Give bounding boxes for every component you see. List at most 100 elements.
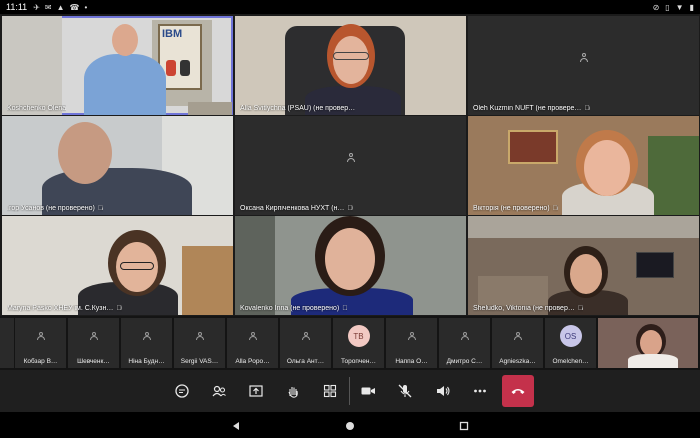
phone-icon: ☎ (69, 2, 80, 12)
back-icon[interactable] (230, 420, 242, 432)
participant-name: Koshchenko Olena (7, 105, 67, 112)
participant-tile[interactable]: Ігор Усанов (не проверено) 🎙̸ (2, 116, 233, 215)
raise-hand-icon (288, 387, 298, 398)
hang-up-button[interactable] (502, 375, 534, 407)
avatar-placeholder-icon (89, 332, 98, 340)
participant-tile[interactable]: Alla Svitlychna (PSAU) (не провер… (235, 16, 466, 115)
roster-item[interactable]: Ольга Ант… (280, 318, 331, 368)
chat-icon (175, 384, 189, 398)
avatar-initials: OS (559, 325, 582, 347)
mic-off-icon: 🎙̸ (342, 305, 348, 312)
participant-tile[interactable]: Oleh Kuzmin NUFT (не провере… 🎙̸ (468, 16, 699, 115)
participant-tile[interactable]: Вікторія (не проверено) 🎙̸ (468, 116, 699, 215)
mic-off-icon: 🎙̸ (116, 305, 122, 312)
layout-button[interactable] (318, 379, 342, 403)
roster-name: Шевченк… (77, 358, 110, 365)
participant-video (235, 216, 466, 315)
avatar-placeholder-icon (36, 332, 45, 340)
participant-video (2, 116, 233, 215)
wifi-icon: ▼ (675, 2, 684, 12)
roster-item[interactable]: Ніна Будн… (121, 318, 172, 368)
share-button[interactable] (244, 379, 268, 403)
roster-name: Agnieszka… (499, 358, 536, 365)
mic-off-icon: 🎙̸ (552, 205, 558, 212)
roster-item[interactable]: Sergii VAS… (174, 318, 225, 368)
home-icon[interactable] (344, 420, 356, 432)
dot-icon: • (84, 2, 88, 12)
camera-icon (361, 387, 375, 395)
avatar-placeholder-icon (346, 152, 356, 163)
roster-name: Наппа О… (395, 358, 428, 365)
system-nav-bar (0, 412, 700, 438)
call-controls (0, 370, 700, 412)
participant-name: Оксана Кирпіченкова НУХТ (н… 🎙̸ (240, 205, 353, 212)
mic-off-icon: 🎙̸ (97, 205, 104, 212)
speaker-icon (437, 386, 450, 396)
participants-button[interactable] (207, 379, 231, 403)
participant-name: Kovalenko Inna (не проверено) 🎙̸ (240, 305, 348, 312)
roster-item[interactable]: Дмитро С… (439, 318, 490, 368)
participant-video (235, 16, 466, 115)
participant-video (468, 216, 699, 315)
participant-video (468, 116, 699, 215)
do-not-disturb-icon: ⊘ (652, 2, 660, 12)
status-time: 11:11 (6, 2, 28, 12)
status-bar: 11:11 ✈ ✉ ▲ ☎ • ⊘ ▯ ▼ ▮ (0, 0, 700, 14)
video-grid: IBM Koshchenko Olena Alla Svitlychna (PS… (0, 14, 700, 316)
mic-off-icon (398, 384, 412, 398)
camera-button[interactable] (356, 379, 380, 403)
mic-button[interactable] (393, 379, 417, 403)
roster-item[interactable]: TB Торопчен… (333, 318, 384, 368)
participant-name: Maryna Pasko ХНЕУ ім. С.Кузн… 🎙̸ (7, 305, 122, 312)
roster-item[interactable]: Alla Poро… (227, 318, 278, 368)
roster-name: Ніна Будн… (128, 358, 165, 365)
avatar-placeholder-icon (142, 332, 151, 340)
participant-tile[interactable]: Оксана Кирпіченкова НУХТ (н… 🎙̸ (235, 116, 466, 215)
roster-name: Alla Poро… (235, 358, 270, 365)
participant-roster: Кобзар В… Шевченк… Ніна Будн… Sergii VAS… (0, 316, 700, 370)
participant-video: IBM (2, 16, 233, 115)
controls-divider (349, 377, 350, 405)
roster-name: Sergii VAS… (180, 358, 219, 365)
mic-off-icon: 🎙̸ (347, 205, 353, 212)
participant-name: Sheludko, Viktoriia (не провер… 🎙̸ (473, 305, 584, 312)
avatar-placeholder-icon (301, 332, 310, 340)
participant-video (2, 216, 233, 315)
speaker-button[interactable] (431, 379, 455, 403)
roster-item[interactable] (0, 318, 14, 368)
warning-icon: ▲ (56, 2, 65, 12)
mic-off-icon: 🎙̸ (584, 105, 590, 112)
avatar-initials: TB (347, 325, 370, 347)
chat-button[interactable] (170, 379, 194, 403)
self-view-video[interactable] (598, 318, 698, 368)
roster-item[interactable]: OS Omelchen… (545, 318, 596, 368)
participant-tile[interactable]: Kovalenko Inna (не проверено) 🎙̸ (235, 216, 466, 315)
roster-item[interactable]: Кобзар В… (15, 318, 66, 368)
people-icon (212, 385, 226, 397)
recents-icon[interactable] (458, 420, 470, 432)
reactions-button[interactable] (281, 379, 305, 403)
avatar-placeholder-icon (579, 52, 589, 63)
participant-tile[interactable]: Maryna Pasko ХНЕУ ім. С.Кузн… 🎙̸ (2, 216, 233, 315)
battery-icon: ▮ (689, 2, 694, 12)
roster-name: Кобзар В… (23, 358, 58, 365)
avatar-placeholder-icon (195, 332, 204, 340)
roster-item[interactable]: Agnieszka… (492, 318, 543, 368)
vibrate-icon: ▯ (665, 2, 670, 12)
more-options-button[interactable] (468, 379, 492, 403)
participant-tile[interactable]: IBM Koshchenko Olena (2, 16, 233, 115)
participant-tile[interactable]: Sheludko, Viktoriia (не провер… 🎙̸ (468, 216, 699, 315)
participant-name: Ігор Усанов (не проверено) 🎙̸ (7, 205, 104, 212)
roster-item[interactable]: Наппа О… (386, 318, 437, 368)
participant-name: Oleh Kuzmin NUFT (не провере… 🎙̸ (473, 105, 590, 112)
avatar-placeholder-icon (407, 332, 416, 340)
avatar-placeholder-icon (248, 332, 257, 340)
avatar-placeholder-icon (513, 332, 522, 340)
roster-name: Торопчен… (341, 358, 376, 365)
participant-name: Вікторія (не проверено) 🎙̸ (473, 205, 558, 212)
participant-name: Alla Svitlychna (PSAU) (не провер… (240, 105, 356, 112)
roster-item[interactable]: Шевченк… (68, 318, 119, 368)
layout-icon (323, 384, 337, 398)
mail-icon: ✉ (44, 2, 52, 12)
mic-off-icon: 🎙̸ (577, 305, 584, 312)
